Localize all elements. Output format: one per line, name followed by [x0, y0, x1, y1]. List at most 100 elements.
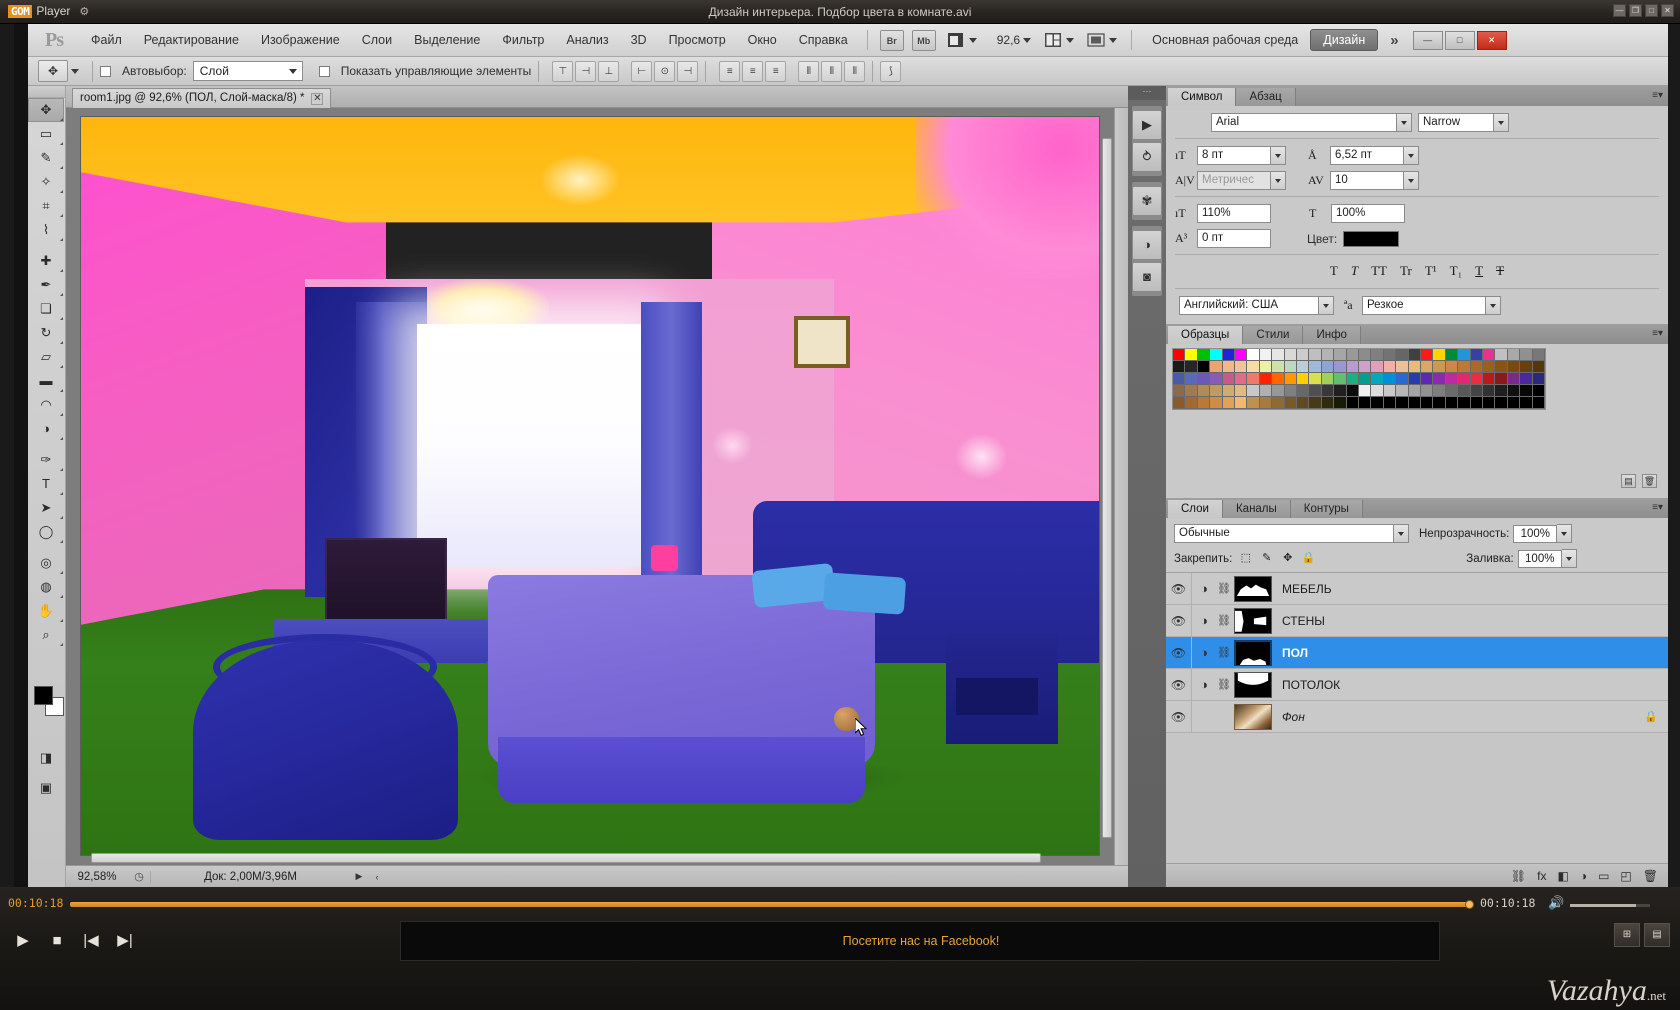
- color-swatch[interactable]: [1235, 361, 1247, 373]
- workspace-design-button[interactable]: Дизайн: [1310, 29, 1378, 51]
- color-swatch[interactable]: [1396, 397, 1408, 409]
- color-swatch[interactable]: [1520, 373, 1532, 385]
- color-swatch[interactable]: [1495, 385, 1507, 397]
- menu-window[interactable]: Окно: [737, 24, 788, 57]
- gradient-tool[interactable]: ▬: [28, 369, 64, 393]
- new-group-button[interactable]: ▭: [1598, 869, 1609, 883]
- color-swatch[interactable]: [1371, 349, 1383, 361]
- faux-italic-button[interactable]: T: [1351, 263, 1358, 279]
- color-swatch[interactable]: [1309, 349, 1321, 361]
- text-color-swatch[interactable]: [1343, 231, 1399, 247]
- align-vertical-centers-button[interactable]: ⊣: [575, 61, 596, 82]
- color-swatch[interactable]: [1371, 373, 1383, 385]
- blend-mode-dropdown[interactable]: [1394, 524, 1409, 543]
- new-swatch-button[interactable]: ▤: [1621, 474, 1636, 488]
- color-swatch[interactable]: [1458, 397, 1470, 409]
- color-swatch[interactable]: [1210, 361, 1222, 373]
- next-button[interactable]: ▶|: [108, 924, 142, 958]
- color-swatch[interactable]: [1285, 397, 1297, 409]
- tab-info[interactable]: Инфо: [1303, 326, 1360, 344]
- color-swatch[interactable]: [1260, 397, 1272, 409]
- play-button[interactable]: ▶: [6, 924, 40, 958]
- color-swatch[interactable]: [1446, 385, 1458, 397]
- color-swatch[interactable]: [1334, 361, 1346, 373]
- blend-mode-value[interactable]: Обычные: [1174, 524, 1394, 543]
- autoselect-scope-select[interactable]: Слой: [193, 61, 303, 81]
- status-zoom-value[interactable]: 92,58%: [66, 871, 128, 883]
- color-swatch[interactable]: [1347, 361, 1359, 373]
- toolbox-grip[interactable]: [28, 86, 65, 98]
- ps-maximize-button[interactable]: □: [1445, 31, 1475, 50]
- color-swatch[interactable]: [1483, 397, 1495, 409]
- bridge-icon[interactable]: Br: [880, 30, 904, 51]
- tool-preset-chevron-icon[interactable]: [71, 69, 79, 74]
- color-swatch[interactable]: [1483, 385, 1495, 397]
- lock-all-icon[interactable]: 🔒: [1301, 551, 1316, 566]
- color-swatch[interactable]: [1371, 385, 1383, 397]
- color-swatch[interactable]: [1421, 361, 1433, 373]
- align-left-edges-button[interactable]: ⊢: [631, 61, 652, 82]
- align-bottom-edges-button[interactable]: ⊥: [598, 61, 619, 82]
- quick-selection-tool[interactable]: ✧: [28, 170, 64, 194]
- history-brush-tool[interactable]: ↻: [28, 321, 64, 345]
- color-swatch[interactable]: [1272, 361, 1284, 373]
- player-close-button[interactable]: ✕: [1661, 4, 1674, 17]
- layers-panel-menu-icon[interactable]: ≡▾: [1652, 502, 1663, 513]
- color-swatch[interactable]: [1322, 385, 1334, 397]
- color-swatch[interactable]: [1334, 349, 1346, 361]
- underline-button[interactable]: T: [1475, 263, 1483, 279]
- opacity-dropdown[interactable]: [1557, 524, 1572, 543]
- color-swatch[interactable]: [1185, 373, 1197, 385]
- menu-help[interactable]: Справка: [788, 24, 859, 57]
- color-swatch[interactable]: [1223, 385, 1235, 397]
- 3d-orbit-tool[interactable]: ◍: [28, 575, 64, 599]
- dodge-tool[interactable]: ◑: [28, 417, 64, 441]
- menu-layers[interactable]: Слои: [351, 24, 403, 57]
- color-swatch[interactable]: [1533, 349, 1545, 361]
- layer-row[interactable]: 👁◑⛓ПОТОЛОК: [1166, 669, 1668, 701]
- canvas-viewport[interactable]: [66, 108, 1114, 865]
- quick-mask-toggle[interactable]: ◨: [28, 746, 64, 770]
- screen-mode-toggle[interactable]: ▣: [28, 776, 64, 800]
- color-swatch[interactable]: [1260, 349, 1272, 361]
- color-swatch[interactable]: [1520, 397, 1532, 409]
- distribute-vertical-centers-button[interactable]: ≡: [742, 61, 763, 82]
- eyedropper-tool[interactable]: ⌇: [28, 218, 64, 242]
- menu-image[interactable]: Изображение: [250, 24, 351, 57]
- color-swatch[interactable]: [1458, 361, 1470, 373]
- color-swatch[interactable]: [1297, 361, 1309, 373]
- move-tool-icon[interactable]: ✥: [38, 60, 68, 82]
- swatches-grid[interactable]: [1172, 348, 1546, 410]
- lasso-tool[interactable]: ✎: [28, 146, 64, 170]
- color-swatch[interactable]: [1210, 349, 1222, 361]
- arrange-documents-control[interactable]: [1043, 31, 1080, 49]
- color-swatch[interactable]: [1198, 397, 1210, 409]
- blur-tool[interactable]: ◠: [28, 393, 64, 417]
- antialias-value[interactable]: Резкое: [1362, 296, 1486, 315]
- color-swatch[interactable]: [1384, 349, 1396, 361]
- color-swatch[interactable]: [1471, 361, 1483, 373]
- color-swatch[interactable]: [1359, 349, 1371, 361]
- player-volume-bar[interactable]: [1570, 904, 1650, 907]
- color-swatch[interactable]: [1309, 385, 1321, 397]
- status-expand-arrow-icon[interactable]: ▶: [350, 871, 368, 882]
- stop-button[interactable]: ■: [40, 924, 74, 958]
- font-size-dropdown[interactable]: [1271, 146, 1286, 165]
- layer-visibility-icon[interactable]: 👁: [1166, 573, 1192, 605]
- color-swatch[interactable]: [1185, 385, 1197, 397]
- language-dropdown[interactable]: [1319, 296, 1334, 315]
- color-swatch[interactable]: [1285, 361, 1297, 373]
- layer-mask-thumbnail[interactable]: [1234, 576, 1272, 602]
- layer-image-thumbnail[interactable]: [1234, 704, 1272, 730]
- font-style-dropdown[interactable]: [1494, 113, 1509, 132]
- color-swatch[interactable]: [1297, 373, 1309, 385]
- layer-mask-link-icon[interactable]: ⛓: [1216, 678, 1232, 691]
- color-swatch[interactable]: [1223, 373, 1235, 385]
- color-swatch[interactable]: [1458, 385, 1470, 397]
- color-swatch[interactable]: [1421, 397, 1433, 409]
- color-swatch[interactable]: [1433, 361, 1445, 373]
- color-swatch[interactable]: [1471, 397, 1483, 409]
- path-selection-tool[interactable]: ➤: [28, 496, 64, 520]
- subscript-button[interactable]: T₁: [1450, 263, 1462, 279]
- color-swatch[interactable]: [1359, 373, 1371, 385]
